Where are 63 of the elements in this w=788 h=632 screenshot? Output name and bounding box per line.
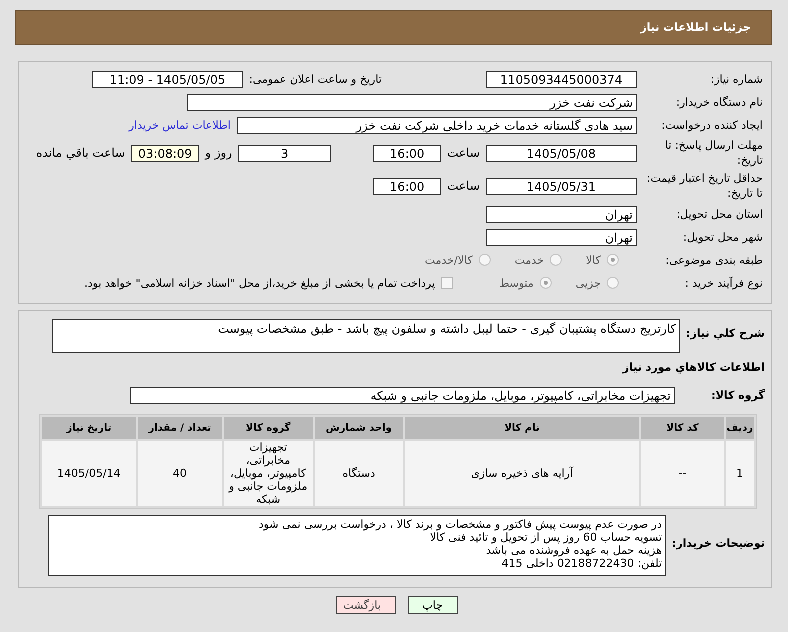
radio-label: کالا/خدمت: [425, 254, 473, 266]
column-header: واحد شمارش: [314, 417, 404, 439]
field-label: نوع فرآیند خرید :: [684, 276, 764, 290]
time-label: ساعت: [447, 146, 480, 160]
back-button[interactable]: بازگشت: [336, 596, 396, 614]
column-header: کد کالا: [641, 417, 724, 439]
field-label: گروه کالا:: [710, 388, 766, 402]
field-label: نام دستگاه خریدار:: [675, 96, 764, 108]
radio-button[interactable]: [550, 254, 562, 266]
province-field: تهران: [486, 206, 637, 222]
date-field: 1405/05/08: [486, 144, 637, 162]
radio-label: جزیی: [576, 276, 601, 290]
need-number-field: 1105093445000374: [486, 70, 637, 88]
table-cell: 40: [138, 441, 222, 506]
column-header: گروه کالا: [224, 417, 313, 439]
field-label: حداقل تاریخ اعتبار قیمت: تا تاریخ:: [646, 171, 764, 201]
remaining-time-field: 03:08:09: [131, 144, 200, 162]
radio-label: خدمت: [514, 254, 544, 266]
announce-date-field: 1405/05/05 - 11:09: [92, 70, 244, 88]
remaining-label: ساعت باقي مانده: [36, 146, 126, 160]
goods-group-field: تجهیزات مخابراتی، کامپیوتر، موبایل، ملزومات جانبی و شبکه: [130, 386, 675, 404]
requester-field: سید هادی گلستانه خدمات خرید داخلی شرکت نفت خزر: [237, 116, 637, 134]
table-cell: دستگاه: [314, 441, 404, 506]
field-label: مهلت ارسال پاسخ: تا تاریخ:: [664, 138, 764, 168]
buyer-contact-link[interactable]: اطلاعات تماس خریدار: [129, 118, 231, 132]
field-label: استان محل تحویل:: [676, 208, 764, 220]
date-field: 1405/05/31: [486, 178, 637, 194]
time-label: ساعت: [447, 179, 480, 193]
radio-button[interactable]: [478, 254, 491, 266]
description-textarea: کارتریج دستگاه پشتیبان گیری - حتما لیبل داشته و سلفون پیچ باشد - طبق مشخصات پیوست: [52, 319, 680, 353]
table-cell: 1405/05/14: [42, 441, 136, 506]
buyer-org-field: شرکت نفت خزر: [187, 94, 637, 110]
days-field: 3: [238, 144, 332, 162]
time-field: 16:00: [373, 178, 442, 194]
buyer-notes-textarea: در صورت عدم پیوست پیش فاکتور و مشخصات و برند کالا ، درخواست بررسی نمی شود تسویه حساب 60 روز پس از تحویل و تائید فنی کالا هزینه حمل به عهده فروشنده می باشد تلفن: 02188722430 داخلی 415: [48, 515, 666, 576]
table-cell: تجهیزات مخابراتی، کامپیوتر، موبایل، ملزومات جانبی و شبکه: [224, 441, 313, 506]
column-header: نام کالا: [405, 417, 640, 439]
days-label: روز و: [205, 146, 232, 160]
table-cell: 1: [726, 441, 754, 506]
table-cell: --: [641, 441, 724, 506]
checkbox[interactable]: [441, 277, 454, 289]
field-label: توضیحات خریدار:: [672, 536, 766, 550]
column-header: ردیف: [726, 417, 754, 439]
page-title: جزئیات اطلاعات نیاز: [640, 21, 751, 34]
radio-label: متوسط: [499, 276, 534, 290]
field-label: شرح کلي نیاز:: [686, 326, 766, 340]
radio-button[interactable]: [607, 277, 619, 289]
column-header: تعداد / مقدار: [138, 417, 222, 439]
field-label: تاریخ و ساعت اعلان عمومی:: [249, 72, 382, 86]
field-label: ایجاد کننده درخواست:: [660, 118, 764, 132]
city-field: تهران: [486, 228, 637, 246]
column-header: تاریخ نیاز: [42, 417, 136, 439]
radio-label: کالا: [586, 254, 601, 266]
section-title: اطلاعات کالاهاي مورد نیاز: [623, 360, 766, 374]
table-cell: آرایه های ذخیره سازی: [405, 441, 640, 506]
radio-button[interactable]: [540, 277, 552, 289]
checkbox-label: پرداخت تمام یا بخشی از مبلغ خرید،از محل "اسناد خزانه اسلامی" خواهد بود.: [84, 276, 436, 290]
field-label: طبقه بندی موضوعی:: [664, 254, 764, 266]
field-label: شهر محل تحویل:: [682, 230, 764, 244]
print-button[interactable]: چاپ: [408, 596, 458, 614]
time-field: 16:00: [373, 144, 442, 162]
radio-button[interactable]: [607, 254, 619, 266]
field-label: شماره نیاز:: [710, 72, 764, 86]
